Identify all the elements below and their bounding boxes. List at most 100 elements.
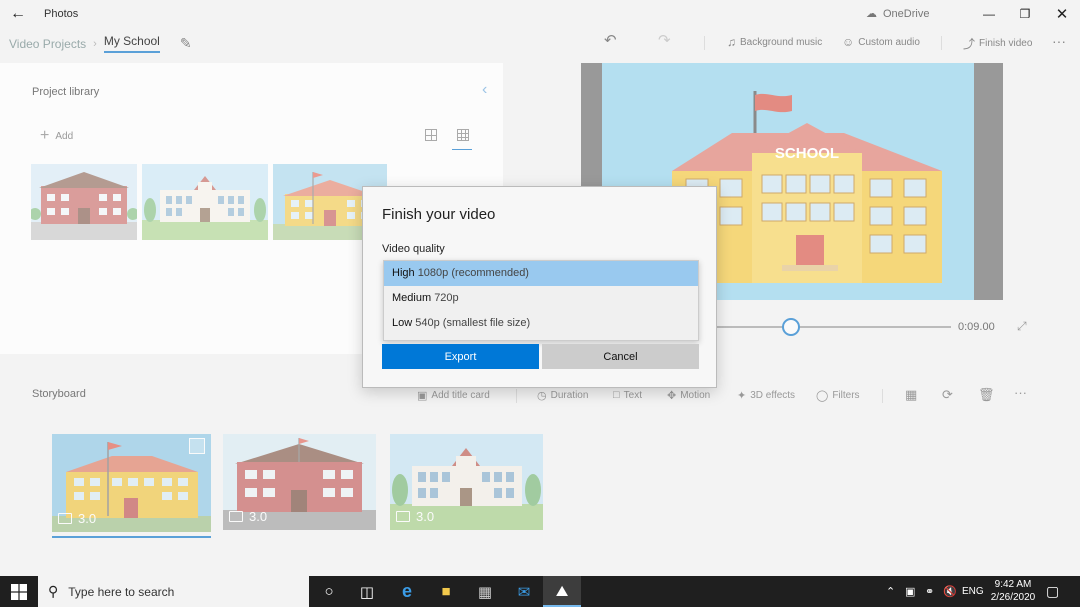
back-arrow-icon[interactable]: ← <box>0 0 36 28</box>
minimize-button[interactable]: — <box>971 0 1007 28</box>
rotate-icon[interactable]: ⟳ <box>942 387 953 403</box>
custom-audio-button[interactable]: ☺ Custom audio <box>842 35 920 49</box>
cortana-icon[interactable]: ○ <box>310 576 348 607</box>
video-quality-dropdown[interactable]: High 1080p (recommended) Medium 720p Low… <box>383 260 699 341</box>
quality-option-high[interactable]: High 1080p (recommended) <box>384 261 698 286</box>
school-white-image <box>142 164 268 240</box>
storyboard-clip[interactable]: 3.0 <box>223 434 376 530</box>
wifi-icon[interactable]: ⚭ <box>925 576 934 607</box>
export-button[interactable]: Export <box>382 344 539 369</box>
selected-clip-indicator <box>52 536 211 538</box>
toolbar: Video Projects › My School ✎ ↶ ↷ ♫ Backg… <box>0 28 1080 58</box>
text-button[interactable]: □ Text <box>613 389 642 401</box>
search-placeholder: Type here to search <box>68 584 175 599</box>
person-audio-icon: ☺ <box>842 35 855 49</box>
system-clock[interactable]: 9:42 AM 2/26/2020 <box>985 578 1041 604</box>
volume-muted-icon[interactable]: 🔇 <box>943 576 957 607</box>
image-icon <box>396 511 410 522</box>
file-explorer-icon[interactable]: ■ <box>427 576 465 607</box>
redo-icon[interactable]: ↷ <box>658 31 671 49</box>
duration-label: Duration <box>550 390 589 401</box>
option-detail: 540p (smallest file size) <box>415 317 531 329</box>
library-thumbnail[interactable] <box>31 164 137 240</box>
project-library-title: Project library <box>32 86 100 98</box>
quality-option-low[interactable]: Low 540p (smallest file size) <box>384 311 698 336</box>
timeline-scrubber[interactable] <box>716 318 951 336</box>
store-icon[interactable]: ▦ <box>466 576 504 607</box>
more-options-icon[interactable]: ··· <box>1052 33 1066 49</box>
fullscreen-expand-icon[interactable]: ⤢ <box>1017 319 1027 334</box>
task-view-icon[interactable]: ◫ <box>348 576 386 607</box>
photos-app-icon[interactable]: ⛰ <box>543 576 581 607</box>
option-detail: 720p <box>434 292 459 304</box>
clock-time: 9:42 AM <box>994 579 1032 590</box>
finish-video-button[interactable]: ⤴ Finish video <box>963 35 1032 52</box>
text-icon: □ <box>613 389 620 401</box>
breadcrumb-current-project[interactable]: My School <box>103 34 160 53</box>
video-quality-label: Video quality <box>382 243 445 255</box>
start-button[interactable] <box>0 576 38 607</box>
clip-select-checkbox[interactable] <box>189 438 205 454</box>
image-icon <box>229 511 243 522</box>
add-label: Add <box>55 130 74 142</box>
small-grid-view-icon[interactable] <box>457 129 469 141</box>
cancel-button[interactable]: Cancel <box>542 344 699 369</box>
edge-browser-icon[interactable]: e <box>388 576 426 607</box>
3d-effects-icon: ✦ <box>737 390 747 402</box>
maximize-button[interactable]: ❐ <box>1007 0 1043 28</box>
library-thumbnail[interactable] <box>142 164 268 240</box>
quality-option-medium[interactable]: Medium 720p <box>384 286 698 311</box>
search-icon: ⚲ <box>48 583 59 599</box>
storyboard-clip-selected[interactable]: 3.0 <box>52 434 211 532</box>
clip-duration-value: 3.0 <box>416 509 435 524</box>
option-name: High <box>392 267 415 279</box>
storyboard-more-icon[interactable]: ··· <box>1014 385 1027 400</box>
storyboard-divider <box>516 389 517 403</box>
collapse-chevron-icon[interactable]: ‹ <box>482 81 487 99</box>
undo-icon[interactable]: ↶ <box>604 31 617 49</box>
delete-trash-icon[interactable]: 🗑 <box>978 387 995 403</box>
show-hidden-icons-icon[interactable]: ⌃ <box>886 576 895 607</box>
storyboard-clip[interactable]: 3.0 <box>390 434 543 530</box>
storyboard-title: Storyboard <box>32 388 86 400</box>
onedrive-status[interactable]: ☁ OneDrive <box>866 7 929 21</box>
add-title-card-button[interactable]: ▣ Add title card <box>417 389 490 402</box>
language-indicator[interactable]: ENG <box>962 576 984 607</box>
breadcrumb-video-projects[interactable]: Video Projects <box>9 37 86 51</box>
3d-effects-button[interactable]: ✦ 3D effects <box>737 389 795 402</box>
motion-icon: ✥ <box>667 390 677 402</box>
large-grid-view-icon[interactable] <box>425 129 437 141</box>
breadcrumb: Video Projects › My School ✎ <box>9 34 192 53</box>
add-media-button[interactable]: + Add <box>40 127 73 145</box>
filter-icon: ◯ <box>816 390 829 402</box>
windows-taskbar: ⚲ Type here to search ○ ◫ e ■ ▦ ✉ ⛰ ⌃ ▣ … <box>0 576 1080 607</box>
close-button[interactable]: ✕ <box>1044 0 1080 28</box>
app-title: Photos <box>44 8 79 20</box>
scrubber-handle[interactable] <box>782 318 801 336</box>
mail-icon[interactable]: ✉ <box>505 576 543 607</box>
background-music-button[interactable]: ♫ Background music <box>727 35 822 49</box>
background-music-label: Background music <box>740 36 823 48</box>
title-bar: ← Photos ☁ OneDrive — ❐ ✕ <box>0 0 1080 28</box>
clock-date: 2/26/2020 <box>990 592 1036 603</box>
taskbar-search-box[interactable]: ⚲ Type here to search <box>38 576 309 607</box>
custom-audio-label: Custom audio <box>858 36 920 48</box>
finish-video-dialog: Finish your video Video quality High 108… <box>362 186 717 388</box>
storyboard-divider <box>882 389 883 403</box>
toolbar-divider <box>941 36 942 50</box>
motion-button[interactable]: ✥ Motion <box>667 389 710 402</box>
cloud-off-icon: ☁ <box>866 8 877 20</box>
notifications-icon[interactable]: ▢ <box>1046 576 1059 607</box>
resize-icon[interactable]: ▦ <box>905 387 917 403</box>
rename-pencil-icon[interactable]: ✎ <box>180 35 192 52</box>
filters-button[interactable]: ◯ Filters <box>816 389 860 402</box>
total-duration: 0:09.00 <box>958 321 995 333</box>
clip-duration-value: 3.0 <box>78 511 97 526</box>
duration-button[interactable]: ◷ Duration <box>537 389 588 402</box>
clip-duration: 3.0 <box>229 509 267 524</box>
title-card-icon: ▣ <box>417 390 428 402</box>
network-icon[interactable]: ▣ <box>905 576 915 607</box>
windows-logo-icon <box>11 583 27 600</box>
add-title-card-label: Add title card <box>431 390 490 401</box>
option-name: Medium <box>392 292 432 304</box>
